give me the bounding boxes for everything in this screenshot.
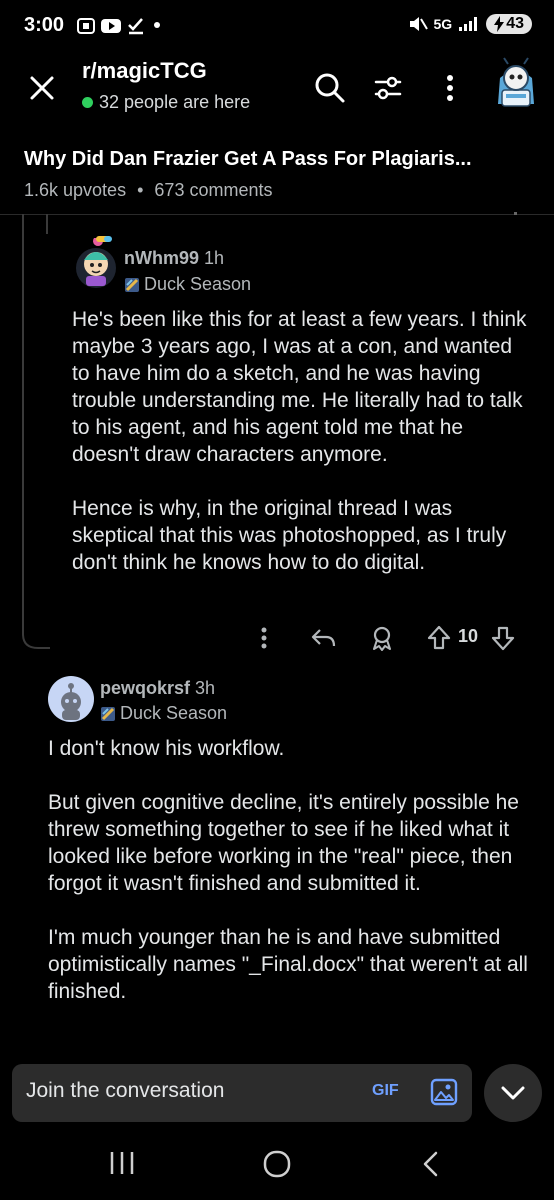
charging-icon	[494, 16, 505, 32]
meta-separator: •	[137, 180, 144, 200]
flair-text: Duck Season	[120, 703, 228, 723]
comment-more-icon[interactable]	[252, 624, 276, 652]
comment-body: He's been like this for at least a few y…	[72, 308, 527, 574]
thread-line	[22, 214, 24, 634]
status-indicators: 5G 43	[408, 14, 532, 34]
flair-text: Duck Season	[144, 274, 252, 294]
user-flair: Duck Season	[100, 703, 227, 724]
online-label: 32 people are here	[99, 92, 251, 112]
comment-time: 3h	[195, 678, 216, 698]
commenter-avatar[interactable]	[48, 676, 94, 722]
comment-username[interactable]: nWhm99 1h	[124, 248, 224, 269]
signal-icon	[459, 17, 478, 31]
vote-count: 10	[458, 626, 479, 646]
upvote-count: 1.6k upvotes	[24, 180, 127, 200]
user-flair: Duck Season	[124, 274, 251, 295]
youtube-icon	[101, 19, 121, 33]
thread-connector	[22, 624, 50, 649]
username-text[interactable]: nWhm99	[124, 248, 199, 268]
sort-filter-icon[interactable]	[370, 70, 406, 106]
more-options-icon[interactable]	[432, 70, 468, 106]
status-time: 3:00	[24, 14, 65, 36]
thread-line	[46, 214, 48, 234]
search-icon[interactable]	[312, 70, 348, 106]
comment-time: 1h	[204, 248, 225, 268]
downvote-icon[interactable]	[490, 624, 516, 652]
flair-icon	[101, 706, 115, 721]
screen-record-icon	[77, 18, 95, 34]
user-avatar[interactable]	[490, 56, 542, 112]
mute-icon	[409, 17, 428, 31]
comment-username[interactable]: pewqokrsf 3h	[100, 678, 215, 699]
reply-icon[interactable]	[310, 624, 338, 652]
close-icon[interactable]	[26, 72, 58, 104]
online-dot-icon	[82, 97, 93, 108]
header-divider	[0, 214, 554, 215]
collapse-button[interactable]	[484, 1064, 542, 1122]
post-meta: 1.6k upvotes • 673 comments	[24, 180, 272, 201]
comment-body: I don't know his workflow. But given cog…	[48, 737, 528, 1003]
online-count: 32 people are here	[82, 92, 250, 113]
image-upload-icon[interactable]	[430, 1078, 458, 1106]
notification-dot-icon	[154, 22, 160, 28]
gif-button[interactable]: GIF	[372, 1082, 399, 1100]
commenter-avatar[interactable]	[74, 232, 122, 292]
network-type: 5G	[433, 16, 453, 32]
battery-indicator: 43	[486, 14, 532, 34]
subreddit-name[interactable]: r/magicTCG	[82, 58, 207, 84]
post-title[interactable]: Why Did Dan Frazier Get A Pass For Plagi…	[24, 148, 534, 171]
battery-level: 43	[506, 15, 524, 32]
home-icon[interactable]	[262, 1150, 292, 1178]
chevron-down-icon	[501, 1086, 525, 1100]
award-icon[interactable]	[368, 624, 396, 652]
flair-icon	[125, 277, 139, 292]
join-conversation-input[interactable]	[26, 1079, 346, 1103]
back-icon[interactable]	[420, 1150, 442, 1178]
thread-marker	[514, 212, 517, 215]
recent-apps-icon[interactable]	[108, 1150, 136, 1176]
comment-count: 673 comments	[154, 180, 273, 200]
download-done-icon	[128, 18, 143, 35]
upvote-icon[interactable]	[426, 624, 452, 652]
username-text[interactable]: pewqokrsf	[100, 678, 190, 698]
